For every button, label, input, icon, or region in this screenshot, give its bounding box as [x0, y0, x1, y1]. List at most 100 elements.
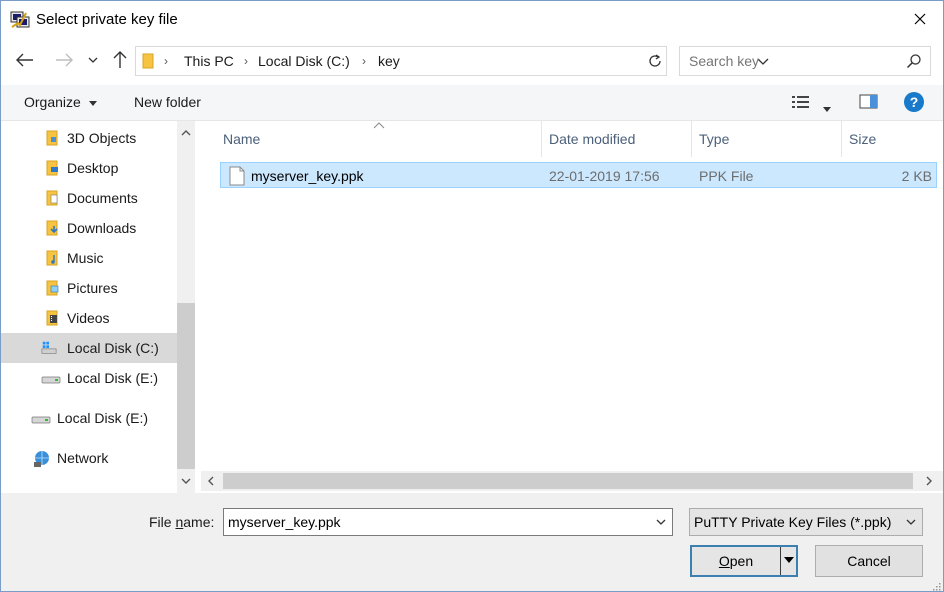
file-dialog: Select private key file › This PC › Loca…	[0, 0, 944, 592]
help-button[interactable]: ?	[903, 91, 925, 116]
refresh-icon	[648, 54, 661, 67]
column-header-name[interactable]: Name	[201, 121, 541, 157]
search-box[interactable]	[679, 46, 931, 76]
pictures-folder-icon	[46, 280, 59, 296]
sidebar-item-label: Desktop	[67, 160, 119, 176]
search-button[interactable]	[906, 53, 922, 72]
window-title: Select private key file	[36, 11, 178, 28]
preview-pane-icon	[859, 94, 878, 109]
folder-icon	[142, 53, 154, 69]
file-name: myserver_key.ppk	[251, 168, 364, 184]
file-row[interactable]: myserver_key.ppk 22-01-2019 17:56 PPK Fi…	[220, 162, 937, 188]
refresh-button[interactable]	[643, 46, 667, 76]
title-bar: Select private key file	[1, 1, 943, 37]
file-name-input[interactable]	[228, 514, 638, 530]
column-header-size[interactable]: Size	[841, 121, 941, 157]
3d-objects-folder-icon	[46, 130, 58, 146]
sidebar-item-videos[interactable]: Videos	[1, 303, 177, 333]
file-name-label: File name:	[149, 514, 215, 530]
scrollbar-thumb[interactable]	[223, 473, 913, 489]
drive-icon	[31, 416, 51, 424]
view-options-button[interactable]	[791, 93, 811, 114]
file-type: PPK File	[699, 168, 754, 184]
navigation-row: › This PC › Local Disk (C:) › key	[1, 41, 943, 81]
sidebar-item-network[interactable]: Network	[1, 443, 177, 473]
split-divider	[780, 547, 781, 575]
downloads-folder-icon	[46, 220, 58, 236]
organize-label: Organize	[24, 94, 81, 110]
search-icon	[906, 54, 921, 69]
search-input[interactable]	[689, 53, 899, 69]
back-arrow-icon	[16, 53, 33, 67]
column-header-label: Size	[849, 131, 877, 147]
documents-folder-icon	[46, 190, 58, 206]
open-button-label[interactable]: Open	[692, 547, 780, 575]
caret-down-icon[interactable]	[784, 557, 794, 563]
caret-down-icon	[88, 100, 97, 106]
breadcrumb-local-disk[interactable]: Local Disk (C:)	[258, 53, 350, 69]
sidebar-item-label: Network	[57, 450, 109, 466]
sidebar-item-3d-objects[interactable]: 3D Objects	[1, 123, 177, 153]
putty-app-icon	[10, 11, 30, 28]
navigation-scrollbar[interactable]	[177, 121, 195, 493]
new-folder-button[interactable]: New folder	[134, 94, 201, 110]
sidebar-item-documents[interactable]: Documents	[1, 183, 177, 213]
chevron-down-icon	[88, 57, 98, 63]
recent-locations-button[interactable]	[85, 49, 101, 71]
caret-down-icon	[823, 107, 831, 112]
sidebar-item-local-disk-e-root[interactable]: Local Disk (E:)	[1, 403, 177, 433]
help-icon: ?	[904, 92, 924, 112]
back-button[interactable]	[14, 49, 36, 71]
sidebar-item-desktop[interactable]: Desktop	[1, 153, 177, 183]
sidebar-item-music[interactable]: Music	[1, 243, 177, 273]
breadcrumb-key[interactable]: key	[378, 53, 400, 69]
chevron-right-icon[interactable]	[923, 475, 935, 487]
scrollbar-thumb[interactable]	[177, 303, 195, 469]
sidebar-item-label: 3D Objects	[67, 130, 137, 146]
sidebar-item-local-disk-e[interactable]: Local Disk (E:)	[1, 363, 177, 393]
sidebar-item-downloads[interactable]: Downloads	[1, 213, 177, 243]
navigation-pane: 3D Objects Desktop Documents Downloads M…	[1, 121, 177, 473]
column-header-date[interactable]: Date modified	[541, 121, 691, 157]
file-list-horizontal-scrollbar[interactable]	[201, 471, 943, 491]
preview-pane-button[interactable]	[859, 93, 879, 114]
chevron-left-icon[interactable]	[205, 475, 217, 487]
breadcrumb-this-pc[interactable]: This PC	[184, 53, 234, 69]
address-bar[interactable]: › This PC › Local Disk (C:) › key	[135, 46, 769, 76]
up-button[interactable]	[109, 49, 131, 71]
details-view-icon	[792, 96, 809, 108]
column-header-type[interactable]: Type	[691, 121, 841, 157]
sidebar-item-label: Music	[67, 250, 104, 266]
chevron-right-icon[interactable]: ›	[244, 54, 248, 68]
column-header-label: Name	[223, 131, 261, 147]
svg-text:?: ?	[910, 94, 919, 110]
chevron-down-icon[interactable]	[655, 516, 667, 528]
cancel-button[interactable]: Cancel	[815, 545, 923, 577]
column-header-label: Type	[699, 131, 730, 147]
sidebar-item-pictures[interactable]: Pictures	[1, 273, 177, 303]
up-arrow-icon	[113, 51, 127, 68]
close-icon	[914, 13, 926, 25]
dialog-footer: File name: PuTTY Private Key Files (*.pp…	[1, 493, 943, 591]
sidebar-item-local-disk-c[interactable]: Local Disk (C:)	[1, 333, 177, 363]
organize-button[interactable]: Organize	[24, 94, 97, 110]
close-button[interactable]	[897, 1, 943, 37]
sidebar-item-label: Local Disk (E:)	[67, 370, 159, 386]
sidebar-item-label: Documents	[67, 190, 138, 206]
forward-button[interactable]	[53, 49, 75, 71]
view-dropdown-button[interactable]	[823, 99, 831, 115]
sidebar-item-label: Local Disk (E:)	[57, 410, 149, 426]
file-type-select[interactable]: PuTTY Private Key Files (*.ppk)	[689, 508, 923, 536]
chevron-down-icon	[906, 519, 916, 525]
sidebar-item-label: Pictures	[67, 280, 118, 296]
chevron-up-icon[interactable]	[180, 127, 192, 139]
network-icon	[34, 451, 49, 467]
sidebar-item-label: Downloads	[67, 220, 137, 236]
open-button[interactable]: Open	[690, 545, 798, 577]
chevron-right-icon: ›	[164, 54, 168, 68]
chevron-right-icon[interactable]: ›	[362, 54, 366, 68]
file-name-combobox[interactable]	[223, 508, 673, 536]
resize-grip-icon[interactable]	[931, 581, 941, 591]
music-folder-icon	[46, 250, 58, 266]
chevron-down-icon[interactable]	[180, 475, 192, 487]
